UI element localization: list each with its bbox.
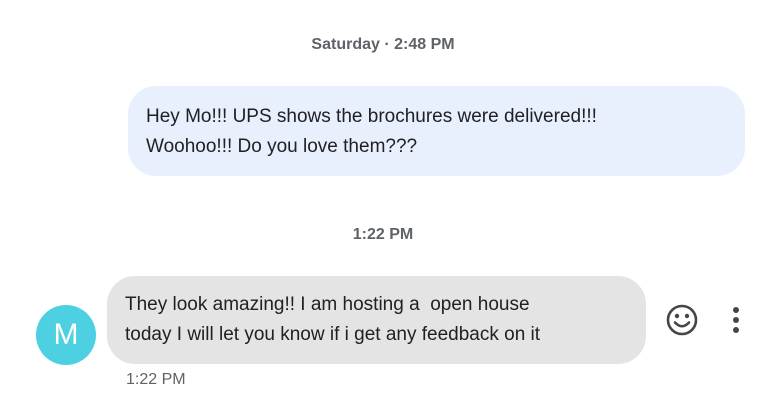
date-separator: Saturday · 2:48 PM bbox=[311, 36, 455, 53]
avatar-letter: M bbox=[53, 318, 79, 351]
avatar[interactable]: M bbox=[36, 305, 96, 365]
time-separator: 1:22 PM bbox=[352, 226, 414, 243]
message-text-line: They look amazing!! I am hosting a open … bbox=[125, 294, 530, 315]
message-text-line: Woohoo!!! Do you love them??? bbox=[146, 136, 418, 157]
smiley-face-icon[interactable] bbox=[665, 303, 699, 337]
outgoing-message-bubble[interactable]: Hey Mo!!! UPS shows the brochures were d… bbox=[128, 86, 745, 176]
message-text-line: today I will let you know if i get any f… bbox=[125, 324, 541, 345]
message-thread: Saturday · 2:48 PM Hey Mo!!! UPS shows t… bbox=[0, 0, 766, 412]
more-vert-icon[interactable] bbox=[724, 305, 748, 335]
message-timestamp: 1:22 PM bbox=[126, 371, 186, 388]
incoming-message-bubble[interactable]: They look amazing!! I am hosting a open … bbox=[107, 276, 646, 364]
message-text-line: Hey Mo!!! UPS shows the brochures were d… bbox=[146, 106, 597, 127]
